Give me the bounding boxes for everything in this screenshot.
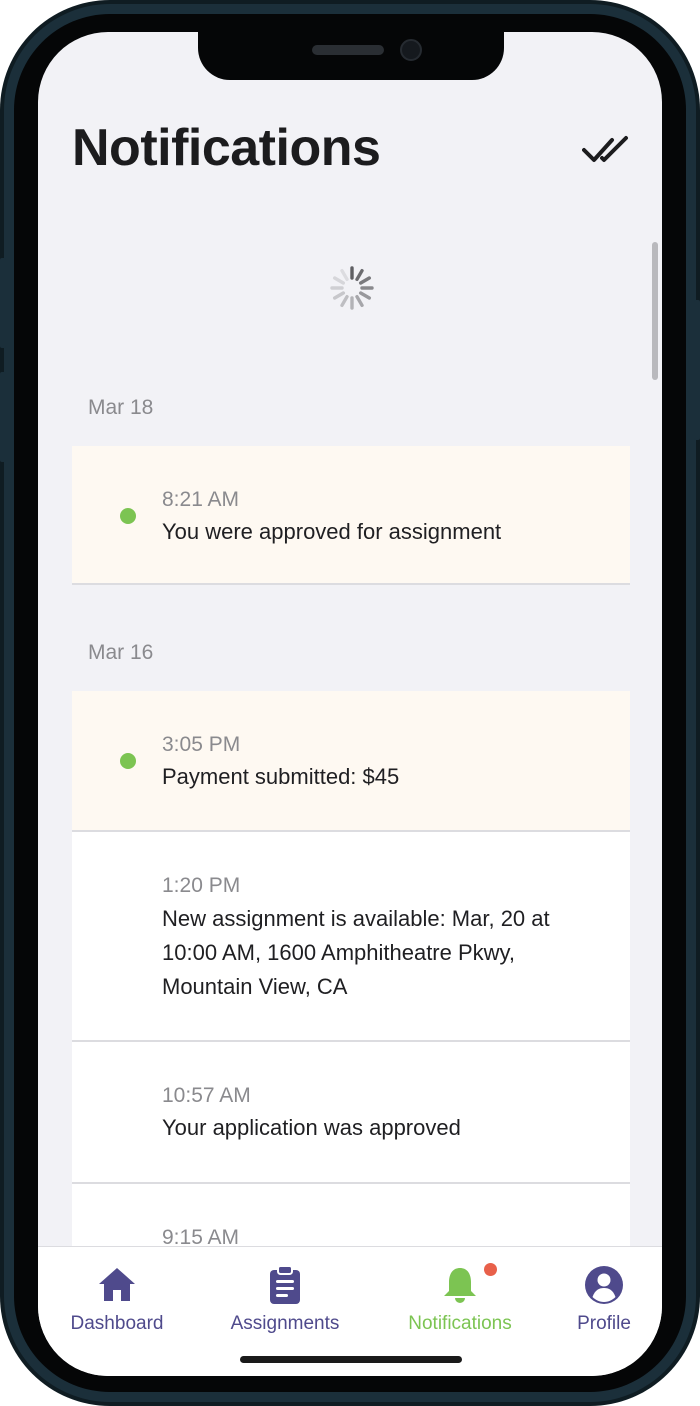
user-circle-icon xyxy=(585,1266,623,1304)
notification-time: 10:57 AM xyxy=(162,1084,251,1107)
notification-message: Payment submitted: $45 xyxy=(162,764,400,789)
home-icon xyxy=(99,1268,135,1301)
notification-message: You were approved for assignment xyxy=(162,519,502,544)
notification-item[interactable]: 8:21 AM You were approved for assignment xyxy=(72,446,630,585)
date-header: Mar 16 xyxy=(88,641,154,664)
tab-dashboard[interactable]: Dashboard xyxy=(58,1247,176,1347)
speaker-grille xyxy=(312,45,384,55)
notification-item[interactable]: 1:20 PM New assignment is available: Mar… xyxy=(72,832,630,1042)
notch xyxy=(198,32,504,80)
side-button xyxy=(0,258,6,348)
unread-dot xyxy=(120,753,136,769)
notification-item[interactable]: 10:57 AM Your application was approved xyxy=(72,1042,630,1184)
notification-message: New assignment is available: Mar, 20 at … xyxy=(162,906,550,999)
notification-time: 8:21 AM xyxy=(162,488,240,511)
notification-badge xyxy=(484,1263,497,1276)
tab-assignments[interactable]: Assignments xyxy=(218,1247,352,1347)
unread-dot xyxy=(120,508,136,524)
tab-profile[interactable]: Profile xyxy=(566,1247,642,1347)
app-screen: Notifications Mar 18 8:21 AM You were ap… xyxy=(38,32,662,1376)
scrollbar[interactable] xyxy=(652,242,658,380)
notification-item[interactable]: 3:05 PM Payment submitted: $45 xyxy=(72,691,630,832)
bell-icon xyxy=(444,1268,476,1303)
tab-label: Dashboard xyxy=(70,1313,164,1334)
mark-all-read-button[interactable] xyxy=(582,132,632,168)
tab-notifications[interactable]: Notifications xyxy=(394,1247,526,1347)
notification-message: Your application was approved xyxy=(162,1115,461,1140)
notification-time: 1:20 PM xyxy=(162,874,241,897)
tab-label: Profile xyxy=(577,1313,631,1334)
tab-label: Notifications xyxy=(408,1313,512,1334)
side-button xyxy=(0,372,6,462)
page-title: Notifications xyxy=(72,119,381,177)
loading-spinner-icon xyxy=(330,266,374,310)
double-check-icon xyxy=(582,136,628,162)
clipboard-icon xyxy=(270,1265,300,1304)
tab-label: Assignments xyxy=(230,1313,340,1334)
home-indicator xyxy=(240,1356,462,1363)
date-header: Mar 18 xyxy=(88,396,154,419)
front-camera xyxy=(400,39,422,61)
notification-time: 3:05 PM xyxy=(162,733,241,756)
side-button xyxy=(694,300,700,440)
